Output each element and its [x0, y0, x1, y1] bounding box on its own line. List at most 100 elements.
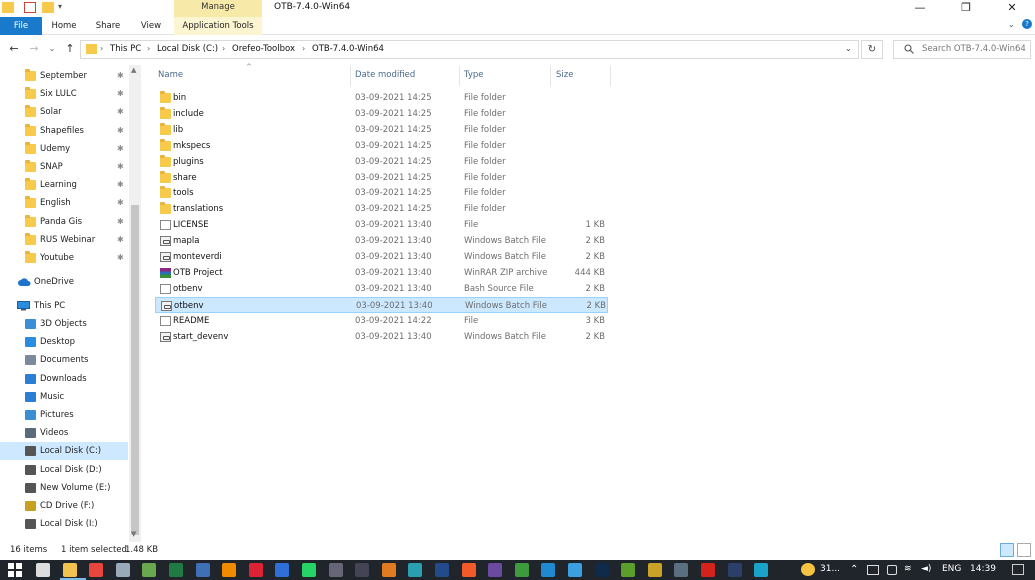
clock[interactable]: 14:39 — [970, 564, 996, 574]
app-cyan-icon[interactable] — [754, 563, 769, 577]
breadcrumb-this-pc[interactable]: This PC — [110, 44, 141, 54]
help-icon[interactable]: ? — [1022, 19, 1032, 29]
tab-share[interactable]: Share — [88, 17, 128, 35]
hidden-icons-chevron-icon[interactable]: ⌃ — [850, 564, 858, 575]
new-folder-icon[interactable] — [42, 2, 54, 13]
notifications-icon[interactable] — [1012, 564, 1024, 575]
file-row[interactable]: include 03-09-2021 14:25 File folder — [155, 106, 608, 122]
breadcrumb-local-disk-c[interactable]: Local Disk (C:) — [157, 44, 218, 54]
breadcrumb-orefeo-toolbox[interactable]: Orefeo-Toolbox — [232, 44, 295, 54]
forward-button[interactable]: → — [27, 42, 41, 56]
file-row[interactable]: mkspecs 03-09-2021 14:25 File folder — [155, 138, 608, 154]
app-dark-icon[interactable] — [355, 563, 370, 577]
breadcrumb-otb-folder[interactable]: OTB-7.4.0-Win64 — [312, 44, 384, 54]
recent-locations-icon[interactable]: ⌄ — [45, 42, 59, 56]
network-icon[interactable] — [867, 565, 879, 575]
sidebar-item-solar[interactable]: Solar ✱ — [0, 103, 128, 121]
sidebar-item-music[interactable]: Music — [0, 388, 128, 406]
column-divider[interactable] — [550, 66, 551, 86]
pin-icon[interactable]: ✱ — [117, 103, 124, 121]
chrome-icon[interactable] — [89, 563, 104, 577]
sidebar-item-september[interactable]: September ✱ — [0, 67, 128, 85]
pin-icon[interactable]: ✱ — [117, 176, 124, 194]
pin-icon[interactable]: ✱ — [117, 67, 124, 85]
close-button[interactable]: ✕ — [989, 0, 1035, 17]
volume-icon[interactable]: ◄) — [921, 564, 931, 574]
sidebar-item-panda-gis[interactable]: Panda Gis ✱ — [0, 213, 128, 231]
sidebar-item-shapefiles[interactable]: Shapefiles ✱ — [0, 122, 128, 140]
sidebar-item-snap[interactable]: SNAP ✱ — [0, 158, 128, 176]
column-header-type[interactable]: Type — [464, 70, 484, 84]
task-view-icon[interactable] — [36, 563, 50, 577]
sidebar-item-youtube[interactable]: Youtube ✱ — [0, 249, 128, 267]
manage-tab-group[interactable]: Manage — [174, 0, 262, 17]
minimize-button[interactable]: — — [897, 0, 943, 17]
sidebar-item-cd-drive-f[interactable]: CD Drive (F:) — [0, 497, 128, 515]
pin-icon[interactable]: ✱ — [117, 249, 124, 267]
start-button[interactable] — [8, 563, 22, 577]
details-view-button[interactable] — [1000, 543, 1014, 557]
excel-icon[interactable] — [169, 563, 183, 577]
app-teal-icon[interactable] — [408, 563, 423, 577]
pin-icon[interactable]: ✱ — [117, 140, 124, 158]
pin-icon[interactable]: ✱ — [117, 213, 124, 231]
sidebar-item-pictures[interactable]: Pictures — [0, 406, 128, 424]
file-row[interactable]: LICENSE 03-09-2021 13:40 File 1 KB — [155, 217, 608, 233]
sidebar-item-this-pc[interactable]: This PC — [0, 297, 128, 315]
sidebar-item-desktop[interactable]: Desktop — [0, 333, 128, 351]
sidebar-item-new-volume-e[interactable]: New Volume (E:) — [0, 479, 128, 497]
acrobat-icon[interactable] — [701, 563, 715, 577]
file-explorer-icon[interactable] — [62, 563, 77, 577]
app-sky-icon[interactable] — [568, 563, 582, 577]
up-button[interactable]: ↑ — [63, 42, 77, 56]
file-row[interactable]: README 03-09-2021 14:22 File 3 KB — [155, 313, 608, 329]
sidebar-item-local-disk-i[interactable]: Local Disk (I:) — [0, 515, 128, 533]
file-row[interactable]: plugins 03-09-2021 14:25 File folder — [155, 154, 608, 170]
weather-icon[interactable] — [801, 563, 815, 576]
scrollbar-thumb[interactable] — [131, 205, 139, 535]
sidebar-item-english[interactable]: English ✱ — [0, 194, 128, 212]
app-darkblue-icon[interactable] — [435, 563, 449, 577]
photoshop-icon[interactable] — [594, 563, 609, 577]
pin-icon[interactable]: ✱ — [117, 85, 124, 103]
sidebar-item-udemy[interactable]: Udemy ✱ — [0, 140, 128, 158]
app-navy-icon[interactable] — [727, 563, 742, 577]
brave-icon[interactable] — [461, 563, 476, 577]
app-gray-icon[interactable] — [328, 563, 343, 577]
chevron-right-icon[interactable]: › — [302, 44, 305, 53]
file-row[interactable]: otbenv 03-09-2021 13:40 Windows Batch File… — [155, 296, 608, 313]
properties-icon[interactable] — [24, 2, 36, 13]
sidebar-item-3d-objects[interactable]: 3D Objects — [0, 315, 128, 333]
customize-quick-access-icon[interactable]: ▾ — [58, 2, 62, 11]
tab-view[interactable]: View — [132, 17, 170, 35]
chevron-right-icon[interactable]: › — [147, 44, 150, 53]
sidebar-item-rus-webinar[interactable]: RUS Webinar ✱ — [0, 231, 128, 249]
file-row[interactable]: start_devenv 03-09-2021 13:40 Windows Batc… — [155, 329, 608, 345]
file-row[interactable]: bin 03-09-2021 14:25 File folder — [155, 90, 608, 106]
app-red-icon[interactable] — [248, 563, 263, 577]
file-row[interactable]: otbenv 03-09-2021 13:40 Bash Source File 2 … — [155, 281, 608, 297]
chevron-right-icon[interactable]: › — [222, 44, 225, 53]
tab-application-tools[interactable]: Application Tools — [174, 17, 262, 35]
weather-temperature[interactable]: 31... — [820, 564, 840, 574]
sidebar-item-downloads[interactable]: Downloads — [0, 370, 128, 388]
scroll-down-icon[interactable]: ▼ — [131, 530, 136, 538]
column-divider[interactable] — [459, 66, 460, 86]
pin-icon[interactable]: ✱ — [117, 231, 124, 249]
qgis-icon[interactable] — [142, 563, 157, 577]
file-row[interactable]: OTB Project 03-09-2021 13:40 WinRAR ZIP ar… — [155, 265, 608, 281]
sidebar-item-learning[interactable]: Learning ✱ — [0, 176, 128, 194]
language-indicator[interactable]: ENG — [942, 564, 961, 574]
file-row[interactable]: tools 03-09-2021 14:25 File folder — [155, 185, 608, 201]
file-row[interactable]: translations 03-09-2021 14:25 File folder — [155, 201, 608, 217]
column-header-date-modified[interactable]: Date modified — [355, 70, 415, 84]
large-icons-view-button[interactable] — [1017, 543, 1031, 557]
vscode-icon[interactable] — [541, 563, 556, 577]
vlc-icon[interactable] — [222, 563, 237, 577]
back-button[interactable]: ← — [7, 42, 21, 56]
tab-file[interactable]: File — [0, 17, 42, 35]
column-header-name[interactable]: Name — [158, 70, 183, 84]
column-divider[interactable] — [610, 66, 611, 86]
pin-icon[interactable]: ✱ — [117, 122, 124, 140]
app-purple-icon[interactable] — [488, 563, 503, 577]
